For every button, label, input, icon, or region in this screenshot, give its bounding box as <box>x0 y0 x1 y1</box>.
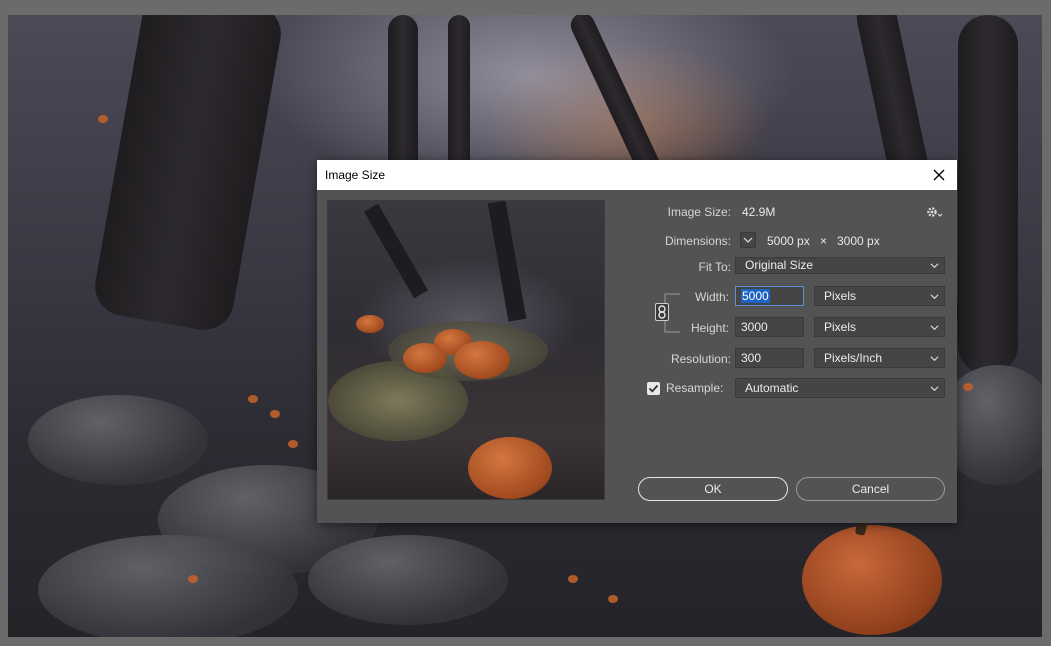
image-preview[interactable] <box>327 200 605 500</box>
image-size-dialog: Image Size Image Size: 42.9M Dimensions: <box>317 160 957 523</box>
checkmark-icon <box>648 384 659 393</box>
fit-to-label: Fit To: <box>698 260 731 274</box>
gear-icon <box>927 207 943 217</box>
dimensions-times: × <box>820 234 828 248</box>
dimensions-width: 5000 px <box>767 234 810 248</box>
width-unit-select[interactable]: Pixels <box>814 286 945 306</box>
dialog-titlebar[interactable]: Image Size <box>317 160 957 190</box>
gear-button[interactable] <box>926 205 944 219</box>
dimensions-label: Dimensions: <box>664 234 731 248</box>
dialog-title: Image Size <box>325 168 386 182</box>
width-input[interactable]: 5000 <box>735 286 804 306</box>
close-button[interactable] <box>927 163 951 187</box>
close-icon <box>933 169 945 181</box>
resample-checkbox[interactable] <box>647 382 660 395</box>
constrain-proportions-button[interactable] <box>655 303 669 321</box>
chevron-down-icon <box>930 356 939 362</box>
chevron-down-icon <box>930 294 939 300</box>
resample-value: Automatic <box>745 381 799 395</box>
resolution-label: Resolution: <box>670 352 731 366</box>
chevron-down-icon <box>930 263 939 269</box>
width-unit-value: Pixels <box>824 289 857 303</box>
resolution-value: 300 <box>741 351 762 365</box>
height-input[interactable]: 3000 <box>735 317 804 337</box>
background-pumpkin <box>802 525 942 635</box>
resolution-unit-value: Pixels/Inch <box>824 351 883 365</box>
dimensions-height: 3000 px <box>837 234 880 248</box>
resolution-unit-select[interactable]: Pixels/Inch <box>814 348 945 368</box>
image-size-label: Image Size: <box>667 205 731 219</box>
height-label: Height: <box>690 321 729 335</box>
height-unit-select[interactable]: Pixels <box>814 317 945 337</box>
chevron-down-icon <box>743 237 753 243</box>
chevron-down-icon <box>930 386 939 392</box>
resample-label: Resample: <box>666 381 724 395</box>
dimensions-units-toggle[interactable] <box>740 232 756 248</box>
height-value: 3000 <box>741 320 768 334</box>
width-value: 5000 <box>741 289 770 303</box>
width-label: Width: <box>694 290 729 304</box>
link-chain-icon <box>658 305 666 319</box>
resample-select[interactable]: Automatic <box>735 378 945 398</box>
ok-button[interactable]: OK <box>638 477 788 501</box>
cancel-button[interactable]: Cancel <box>796 477 945 501</box>
chevron-down-icon <box>930 325 939 331</box>
image-size-value: 42.9M <box>742 205 776 219</box>
height-unit-value: Pixels <box>824 320 857 334</box>
fit-to-select[interactable]: Original Size <box>735 257 945 274</box>
fit-to-value: Original Size <box>745 258 814 272</box>
resolution-input[interactable]: 300 <box>735 348 804 368</box>
